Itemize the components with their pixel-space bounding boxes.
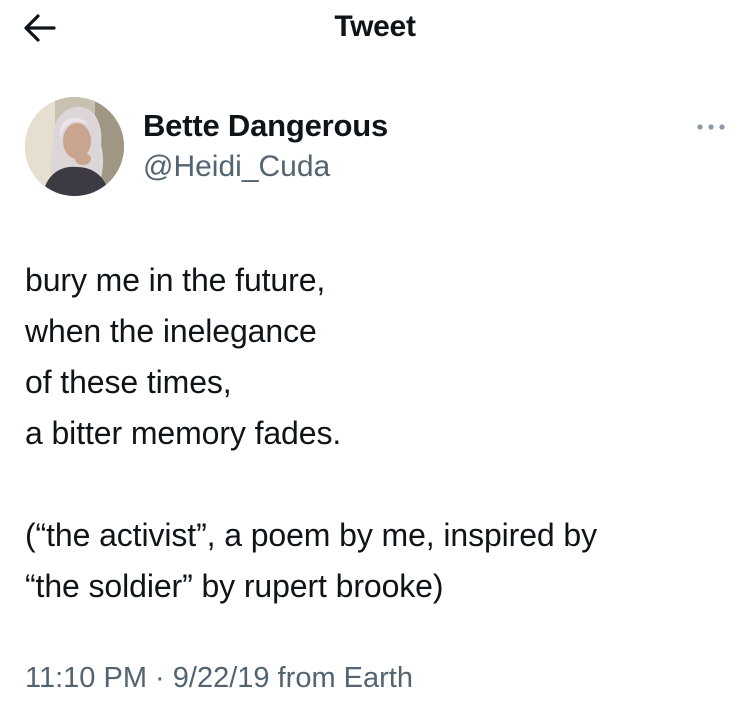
tweet-line: of these times, bbox=[25, 364, 232, 400]
tweet-line: “the soldier” by rupert brooke) bbox=[25, 568, 444, 604]
user-handle[interactable]: @Heidi_Cuda bbox=[143, 150, 330, 184]
tweet-text: bury me in the future, when the inelegan… bbox=[25, 255, 735, 612]
meta-separator: · bbox=[155, 662, 165, 694]
tweet-author: Bette Dangerous @Heidi_Cuda bbox=[25, 97, 725, 197]
profile-photo bbox=[25, 97, 124, 196]
more-options-button[interactable] bbox=[693, 117, 729, 137]
top-bar: Tweet bbox=[0, 0, 750, 56]
page-title: Tweet bbox=[334, 10, 416, 43]
display-name[interactable]: Bette Dangerous bbox=[143, 108, 388, 144]
tweet-source[interactable]: from Earth bbox=[278, 662, 413, 694]
tweet-date[interactable]: 9/22/19 bbox=[173, 662, 270, 694]
tweet-line: bury me in the future, bbox=[25, 262, 326, 298]
tweet-line: (“the activist”, a poem by me, inspired … bbox=[25, 517, 598, 553]
tweet-metadata: 11:10 PM · 9/22/19 from Earth bbox=[25, 662, 413, 695]
more-dots-icon bbox=[697, 124, 725, 130]
tweet-line: a bitter memory fades. bbox=[25, 415, 342, 451]
tweet-line: when the inelegance bbox=[25, 313, 317, 349]
avatar[interactable] bbox=[25, 97, 124, 196]
tweet-time[interactable]: 11:10 PM bbox=[25, 662, 147, 694]
